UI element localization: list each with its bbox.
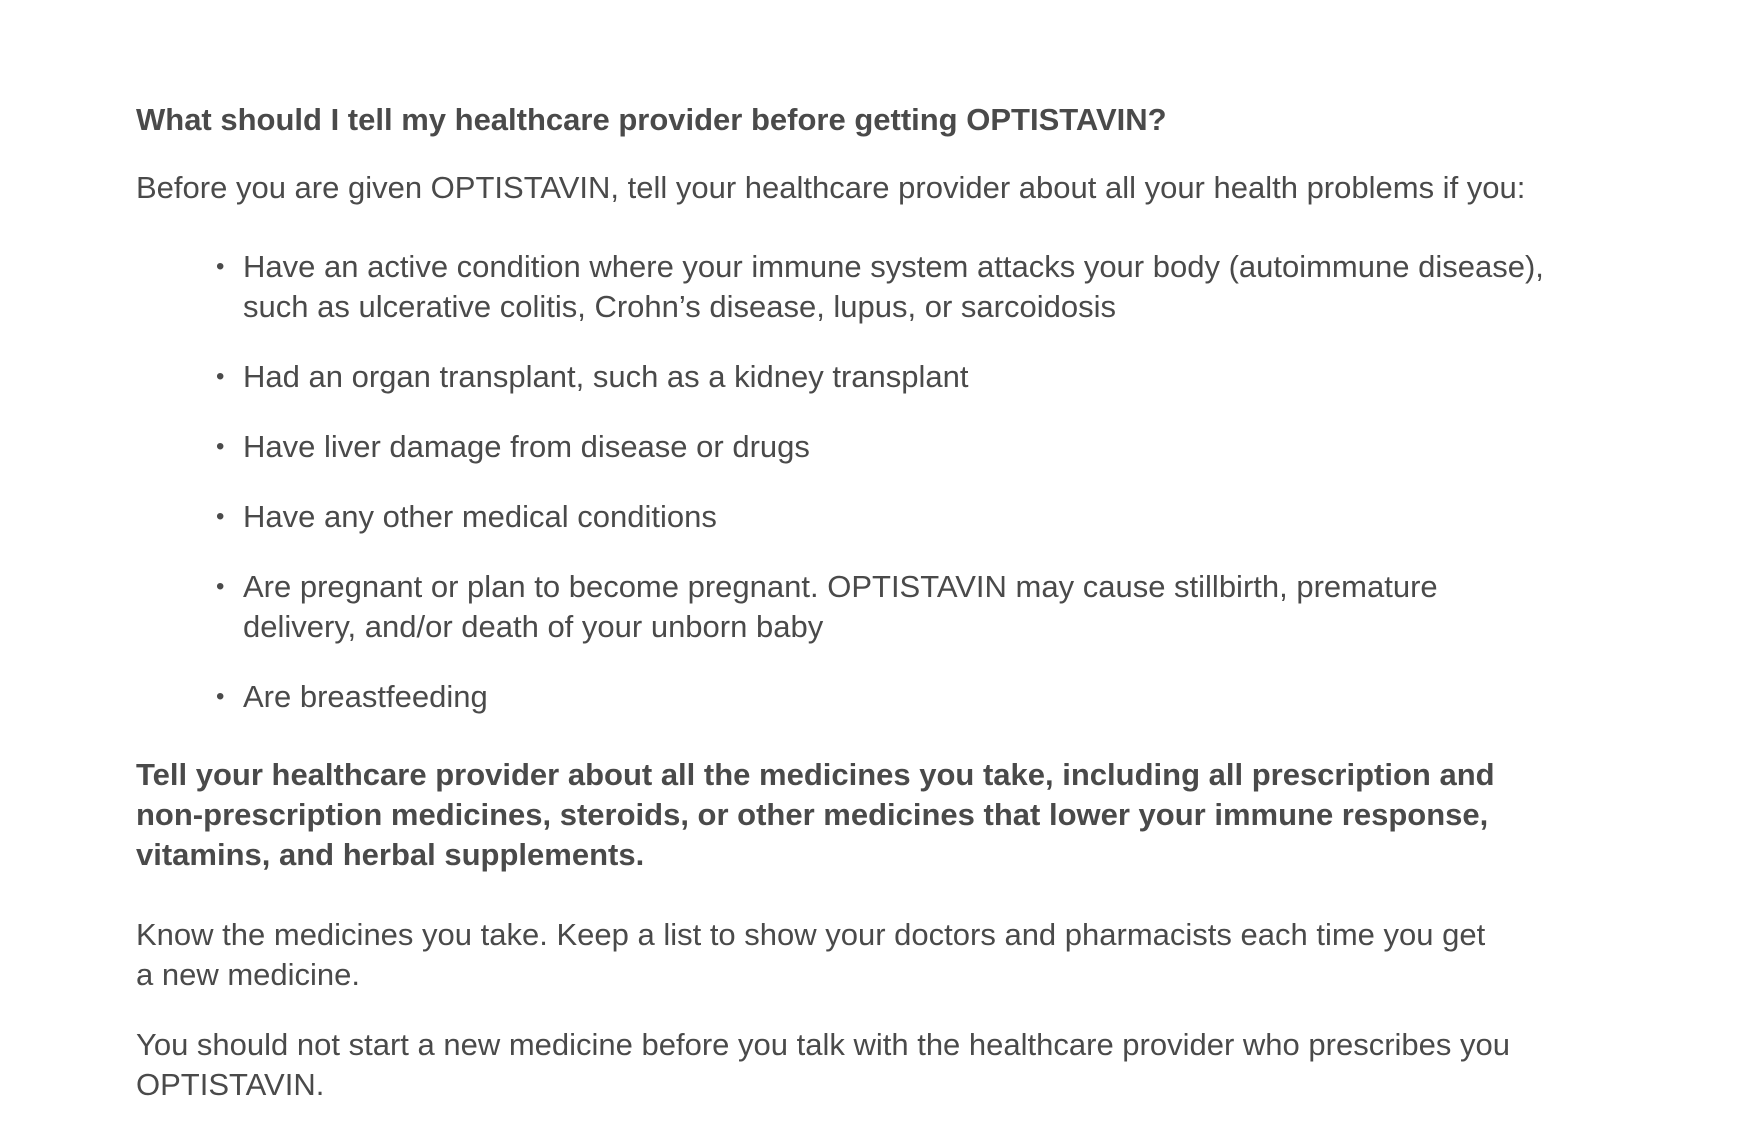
list-item: • Have an active condition where your im… [216,247,1616,327]
paragraph-line: a new medicine. [136,957,361,992]
bullet-icon: • [216,573,225,600]
list-item-text: Are breastfeeding [243,679,488,714]
paragraph-line: You should not start a new medicine befo… [136,1027,1510,1062]
medicines-notice-line: Tell your healthcare provider about all … [136,757,1495,792]
list-item-text: Had an organ transplant, such as a kidne… [243,359,969,394]
list-item: • Are breastfeeding [216,677,1616,717]
list-item-text: such as ulcerative colitis, Crohn’s dise… [243,289,1116,324]
medicines-notice-line: non-prescription medicines, steroids, or… [136,797,1489,832]
list-item-text: delivery, and/or death of your unborn ba… [243,609,824,644]
intro-paragraph: Before you are given OPTISTAVIN, tell yo… [136,170,1526,205]
bullet-icon: • [216,683,225,710]
bullet-icon: • [216,363,225,390]
list-item: • Are pregnant or plan to become pregnan… [216,567,1616,647]
bullet-icon: • [216,433,225,460]
medicines-notice: Tell your healthcare provider about all … [136,755,1616,875]
bullet-icon: • [216,253,225,280]
bullet-icon: • [216,503,225,530]
list-item: • Had an organ transplant, such as a kid… [216,357,1616,397]
list-item: • Have any other medical conditions [216,497,1616,537]
list-item-text: Have an active condition where your immu… [243,249,1544,284]
list-item-text: Have liver damage from disease or drugs [243,429,810,464]
section-heading: What should I tell my healthcare provide… [136,102,1167,137]
paragraph-line: Know the medicines you take. Keep a list… [136,917,1486,952]
health-problems-list: • Have an active condition where your im… [216,247,1616,747]
paragraph-line: OPTISTAVIN. [136,1067,325,1102]
list-item-text: Have any other medical conditions [243,499,717,534]
new-medicine-paragraph: You should not start a new medicine befo… [136,1025,1616,1105]
list-item-text: Are pregnant or plan to become pregnant.… [243,569,1438,604]
medicines-notice-line: vitamins, and herbal supplements. [136,837,645,872]
list-item: • Have liver damage from disease or drug… [216,427,1616,467]
know-medicines-paragraph: Know the medicines you take. Keep a list… [136,915,1616,995]
